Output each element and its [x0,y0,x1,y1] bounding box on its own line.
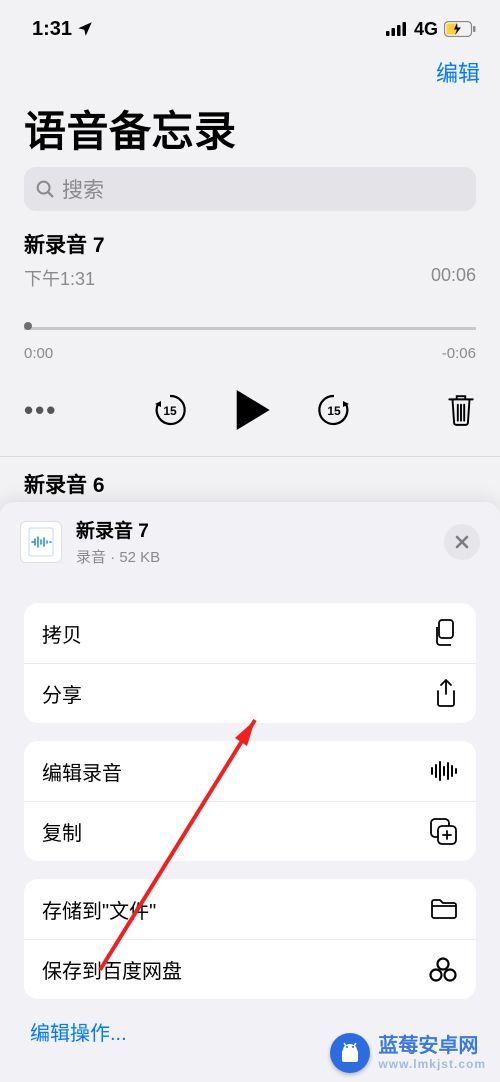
watermark-brand: 蓝莓安卓网 [378,1035,486,1057]
action-share-label: 分享 [42,679,82,708]
edit-button[interactable]: 编辑 [436,56,480,88]
scrubber-labels: 0:00 -0:06 [24,345,476,362]
page-title: 语音备忘录 [24,98,476,159]
network-label: 4G [414,19,438,40]
share-sheet: 新录音 7 录音 · 52 KB 拷贝 分享 编辑录音 复制 存储到"文件" [0,502,500,1082]
search-wrap: 搜索 [0,167,500,211]
recording-duration: 00:06 [431,265,476,291]
recording-item[interactable]: 新录音 6 [24,469,476,499]
duplicate-icon [430,818,458,846]
scrubber-track [24,327,476,330]
search-placeholder: 搜索 [62,174,104,204]
search-input[interactable]: 搜索 [24,167,476,211]
trash-icon[interactable] [446,393,476,427]
action-save-baidu-label: 保存到百度网盘 [42,955,182,984]
action-copy-label: 拷贝 [42,619,82,648]
status-bar: 1:31 4G [0,0,500,48]
sheet-thumbnail [20,521,62,563]
action-copy[interactable]: 拷贝 [24,603,476,663]
action-save-baidu[interactable]: 保存到百度网盘 [24,939,476,999]
svg-text:15: 15 [327,404,341,418]
scrubber-knob[interactable] [24,322,32,330]
status-right: 4G [386,19,476,40]
android-icon [337,1040,363,1066]
recording-title: 新录音 7 [24,229,476,259]
sheet-header: 新录音 7 录音 · 52 KB [0,502,500,579]
sheet-group-2: 编辑录音 复制 [24,741,476,861]
sheet-group-1: 拷贝 分享 [24,603,476,723]
recording-subrow: 下午1:31 00:06 [24,265,476,291]
divider [0,456,500,457]
battery-icon [444,21,476,37]
rewind-15-icon[interactable]: 15 [152,392,188,428]
share-icon [434,679,458,709]
audio-file-icon [27,527,55,557]
title-row: 语音备忘录 [0,96,500,167]
watermark-url: www.lmkjst.com [378,1057,486,1071]
watermark-text-wrap: 蓝莓安卓网 www.lmkjst.com [378,1035,486,1071]
recording-title-2: 新录音 6 [24,469,476,499]
scrubber[interactable] [24,323,476,341]
nav-row: 编辑 [0,48,500,96]
action-save-files[interactable]: 存储到"文件" [24,879,476,939]
more-options-icon[interactable]: ••• [24,395,57,426]
action-save-files-label: 存储到"文件" [42,895,156,924]
action-share[interactable]: 分享 [24,663,476,723]
sheet-subtitle: 录音 · 52 KB [76,546,430,567]
folder-icon [430,898,458,920]
copy-icon [432,619,458,647]
signal-icon [386,22,408,36]
sheet-title: 新录音 7 [76,516,430,543]
sheet-meta: 新录音 7 录音 · 52 KB [76,516,430,567]
close-button[interactable] [444,524,480,560]
scrub-left: 0:00 [24,345,53,362]
waveform-icon [430,760,458,782]
recording-time: 下午1:31 [24,265,95,291]
action-duplicate[interactable]: 复制 [24,801,476,861]
playback-controls: ••• 15 15 [24,362,476,448]
status-left: 1:31 [32,18,94,41]
action-duplicate-label: 复制 [42,817,82,846]
sheet-group-3: 存储到"文件" 保存到百度网盘 [24,879,476,999]
svg-text:15: 15 [163,404,177,418]
forward-15-icon[interactable]: 15 [316,392,352,428]
close-icon [454,534,470,550]
recording-item-selected[interactable]: 新录音 7 下午1:31 00:06 0:00 -0:06 ••• 15 15 [24,229,476,448]
baidu-netdisk-icon [428,957,458,983]
watermark: 蓝莓安卓网 www.lmkjst.com [324,1030,492,1076]
scrub-right: -0:06 [442,345,476,362]
location-icon [76,20,94,38]
play-icon[interactable] [234,390,270,430]
watermark-badge [330,1033,370,1073]
search-icon [34,178,56,200]
recording-list: 新录音 7 下午1:31 00:06 0:00 -0:06 ••• 15 15 … [0,211,500,499]
status-time: 1:31 [32,18,72,41]
action-edit-label: 编辑录音 [42,757,122,786]
action-edit-recording[interactable]: 编辑录音 [24,741,476,801]
